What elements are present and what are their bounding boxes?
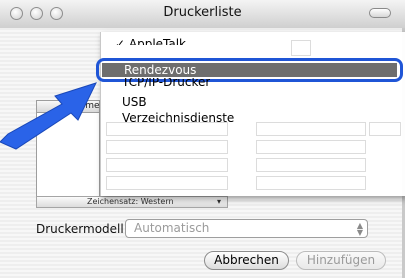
ghost-row (256, 158, 366, 172)
ghost-row (106, 140, 228, 154)
printer-list-window: Druckerliste Name Zeichensatz: Western ▾… (0, 0, 405, 278)
ghost-row (106, 158, 228, 172)
column-header-name[interactable]: Name (36, 100, 100, 113)
title-bar: Druckerliste (0, 0, 405, 29)
printer-list[interactable] (36, 100, 100, 208)
ghost-control (291, 40, 311, 56)
cancel-button[interactable]: Abbrechen (204, 251, 289, 270)
ghost-scroll (369, 122, 401, 136)
printer-model-select[interactable]: Automatisch ▲ ▼ (125, 219, 368, 238)
add-button[interactable]: Hinzufügen (296, 251, 386, 270)
ghost-row (256, 176, 366, 190)
menu-item-appletalk[interactable]: ✓ AppleTalk (115, 33, 186, 45)
window-title: Druckerliste (163, 5, 242, 20)
chevron-down-icon: ▾ (216, 197, 221, 206)
menu-item-tcpip[interactable]: TCP/IP-Drucker (122, 78, 210, 90)
ghost-row (106, 176, 228, 190)
toolbar-toggle-icon[interactable] (369, 8, 391, 18)
menu-item-usb[interactable]: USB (122, 94, 147, 110)
ghost-row (256, 122, 366, 136)
printer-model-value: Automatisch (134, 221, 210, 235)
ghost-row (256, 140, 366, 154)
charset-select[interactable]: Zeichensatz: Western ▾ (36, 196, 228, 208)
menu-item-directory-services[interactable]: Verzeichnisdienste (122, 110, 234, 126)
chevron-updown-icon: ▲ ▼ (356, 221, 363, 237)
menu-item-rendezvous-label: Rendezvous (124, 63, 197, 77)
charset-label: Zeichensatz: Western (87, 197, 174, 206)
printer-model-label: Druckermodell: (36, 222, 128, 236)
